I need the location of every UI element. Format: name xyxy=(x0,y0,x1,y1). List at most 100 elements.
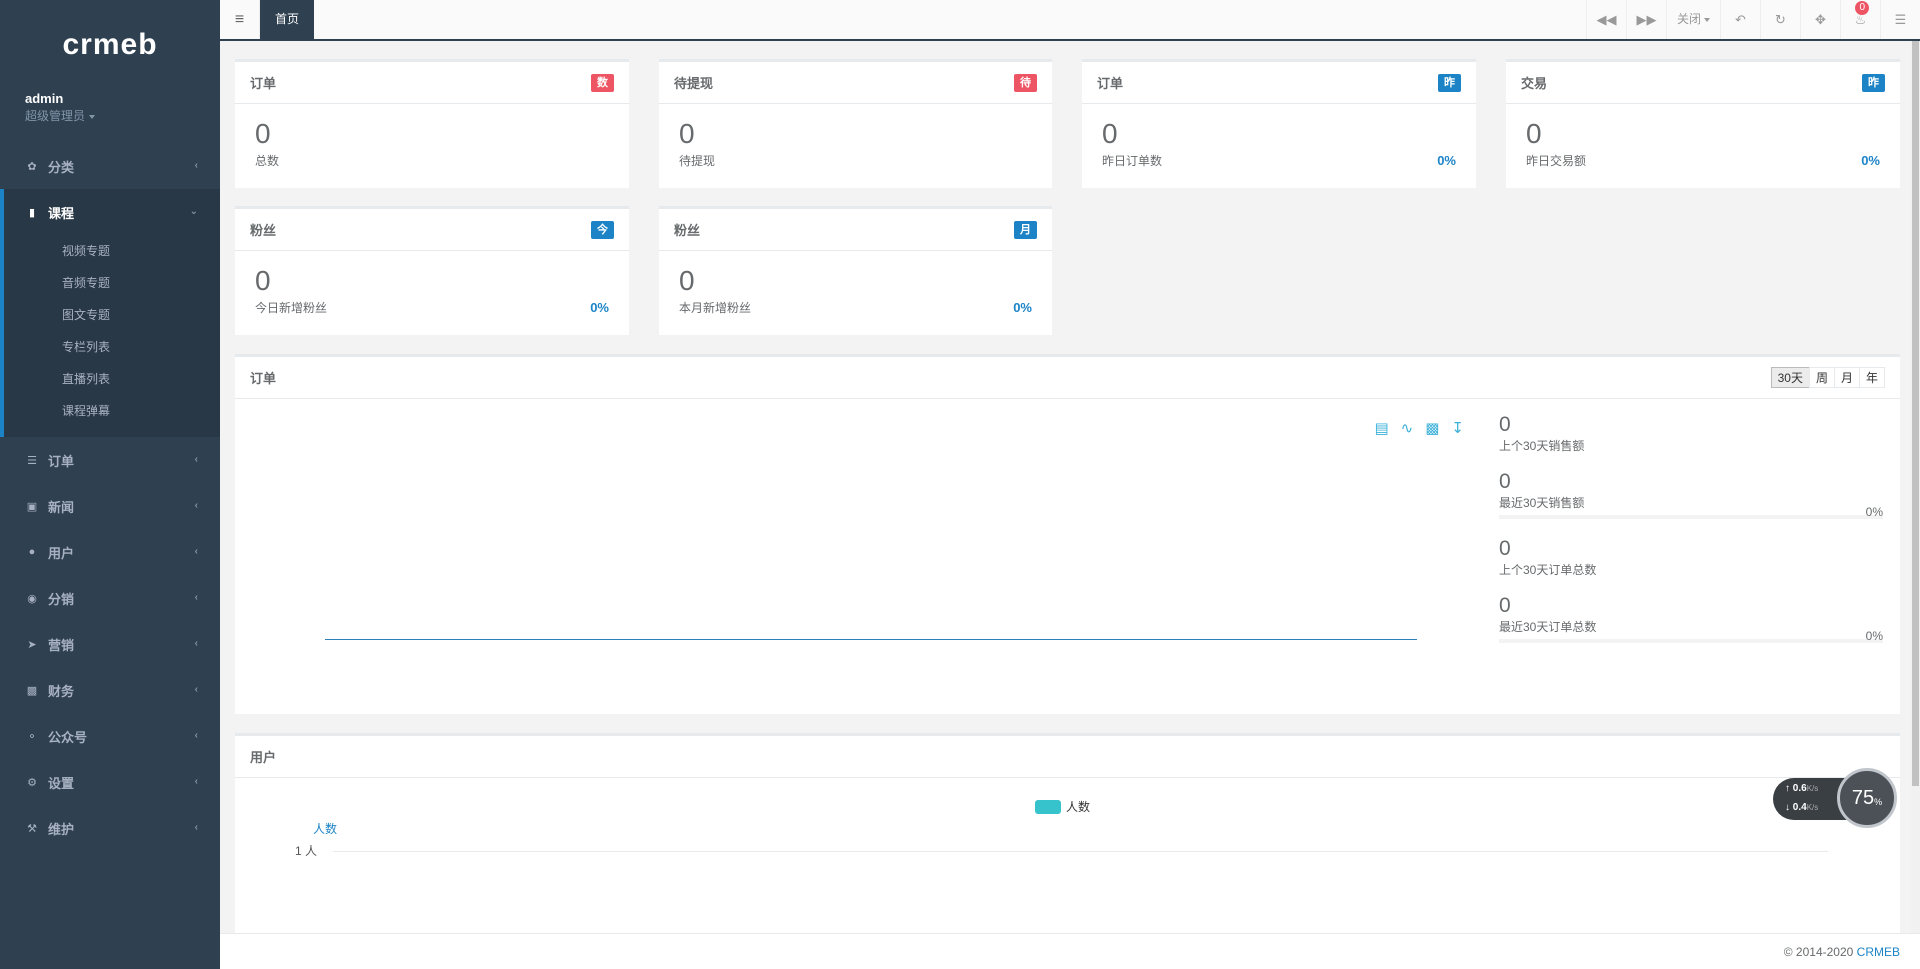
download-speed: ↓ 0.4K/s xyxy=(1785,802,1818,813)
chart-legend[interactable]: 人数 xyxy=(1035,798,1090,815)
card-desc: 昨日订单数 xyxy=(1102,154,1163,168)
tab-home[interactable]: 首页 xyxy=(260,0,315,39)
chevron-left-icon: ‹ xyxy=(194,684,198,695)
submenu-item-video[interactable]: 视频专题 xyxy=(4,235,220,267)
chevron-left-icon: ‹ xyxy=(194,454,198,465)
hamburger-icon: ≡ xyxy=(234,10,245,28)
menu-label: 订单 xyxy=(48,453,75,469)
card-desc: 今日新增粉丝 xyxy=(255,301,328,315)
range-year-button[interactable]: 年 xyxy=(1858,367,1885,388)
notifications-button[interactable]: ♨ 0 xyxy=(1840,0,1880,39)
network-speed-widget[interactable]: ↑ 0.6K/s ↓ 0.4K/s 75% xyxy=(1773,768,1897,828)
book-icon: ▮ xyxy=(28,206,36,219)
card-percent: 0% xyxy=(1861,153,1880,168)
card-value: 0 xyxy=(679,265,695,296)
submenu-item-audio[interactable]: 音频专题 xyxy=(4,267,220,299)
upload-value: 0.6 xyxy=(1792,783,1807,794)
down-arrow-icon: ↓ xyxy=(1785,802,1790,813)
stat-label: 上个30天订单总数 xyxy=(1499,563,1597,577)
submenu-item-barrage[interactable]: 课程弹幕 xyxy=(4,395,220,427)
user-role-dropdown[interactable]: 超级管理员 xyxy=(25,108,195,124)
bar-chart-icon[interactable]: ▩ xyxy=(1425,419,1439,437)
stat-last30-orders: 0 上个30天订单总数 xyxy=(1499,537,1883,594)
tab-next-button[interactable]: ▶▶ xyxy=(1626,0,1666,39)
card-yesterday-orders: 订单 昨 0 昨日订单数 0% xyxy=(1082,59,1476,188)
side-menu: ✿ 分类 ‹ ▮ 课程 ⌄ 视频专题 音频专题 图文专题 专栏列表 直播列表 课… xyxy=(0,143,220,851)
settings-panel-button[interactable]: ☰ xyxy=(1880,0,1920,39)
footer: © 2014-2020 CRMEB xyxy=(220,933,1920,969)
menu-group-settings: ⚙ 设置 ‹ xyxy=(0,759,220,805)
stat-value: 0 xyxy=(1499,470,1511,493)
card-yesterday-trade: 交易 昨 0 昨日交易额 0% xyxy=(1506,59,1900,188)
submenu-item-column[interactable]: 专栏列表 xyxy=(4,331,220,363)
card-badge: 待 xyxy=(1014,73,1037,92)
y-axis-title: 人数 xyxy=(313,822,338,836)
card-percent: 0% xyxy=(1437,153,1456,168)
menu-item-settings[interactable]: ⚙ 设置 ‹ xyxy=(0,759,220,805)
back-button[interactable]: ↶ xyxy=(1720,0,1760,39)
stat-recent30-sales: 0 最近30天销售额 0% xyxy=(1499,470,1883,527)
stat-last30-sales: 0 上个30天销售额 xyxy=(1499,413,1883,470)
card-desc: 待提现 xyxy=(679,154,716,168)
menu-label: 新闻 xyxy=(48,499,75,515)
chevron-down-icon: ⌄ xyxy=(189,206,198,217)
range-30days-button[interactable]: 30天 xyxy=(1770,367,1810,388)
card-badge: 昨 xyxy=(1862,73,1885,92)
progress-bar xyxy=(1499,515,1883,519)
card-percent: 0% xyxy=(1013,300,1032,315)
brand-logo[interactable]: crmeb xyxy=(0,0,220,90)
money-icon: ▩ xyxy=(26,684,38,697)
menu-label: 分销 xyxy=(48,591,75,607)
wechat-icon: ⚬ xyxy=(27,730,37,743)
card-title: 交易 xyxy=(1521,76,1548,91)
card-title: 待提现 xyxy=(674,76,714,91)
menu-item-news[interactable]: ▣ 新闻 ‹ xyxy=(0,483,220,529)
up-arrow-icon: ↑ xyxy=(1785,783,1790,794)
stat-value: 0 xyxy=(1499,594,1511,617)
menu-item-finance[interactable]: ▩ 财务 ‹ xyxy=(0,667,220,713)
speed-unit: K/s xyxy=(1806,784,1819,793)
fullscreen-button[interactable]: ✥ xyxy=(1800,0,1840,39)
card-today-fans: 粉丝 今 0 今日新增粉丝 0% xyxy=(235,206,629,335)
chevron-left-icon: ‹ xyxy=(194,160,198,171)
menu-toggle-button[interactable]: ≡ xyxy=(220,0,260,39)
menu-group-wechat: ⚬ 公众号 ‹ xyxy=(0,713,220,759)
card-badge: 昨 xyxy=(1438,73,1461,92)
menu-group-maintenance: ⚒ 维护 ‹ xyxy=(0,805,220,851)
page-scrollbar[interactable] xyxy=(1911,41,1920,933)
grid-line xyxy=(333,851,1828,852)
menu-group-distribution: ◉ 分销 ‹ xyxy=(0,575,220,621)
crmeb-link[interactable]: CRMEB xyxy=(1857,945,1900,959)
menu-item-order[interactable]: ☰ 订单 ‹ xyxy=(0,437,220,483)
stat-percent: 0% xyxy=(1865,629,1883,643)
card-title: 粉丝 xyxy=(674,223,701,238)
menu-item-maintenance[interactable]: ⚒ 维护 ‹ xyxy=(0,805,220,851)
order-chart-area: ▤ ∿ ▩ ↧ 0 上个30天销售额 0 最近30天销售额 0% 0 上个30天订单总数… xyxy=(235,399,1900,714)
user-chart-area: 人数 人数 1 人 xyxy=(235,778,1900,933)
menu-item-user[interactable]: ● 用户 ‹ xyxy=(0,529,220,575)
stat-label: 最近30天销售额 xyxy=(1499,496,1585,510)
data-view-icon[interactable]: ▤ xyxy=(1374,419,1388,437)
order-panel-title: 订单 xyxy=(250,371,277,386)
menu-item-category[interactable]: ✿ 分类 ‹ xyxy=(0,143,220,189)
menu-item-course[interactable]: ▮ 课程 ⌄ xyxy=(4,189,220,235)
range-week-button[interactable]: 周 xyxy=(1808,367,1835,388)
close-tabs-dropdown[interactable]: 关闭 xyxy=(1666,0,1720,39)
line-chart-icon[interactable]: ∿ xyxy=(1401,419,1414,437)
refresh-button[interactable]: ↻ xyxy=(1760,0,1800,39)
menu-item-marketing[interactable]: ➤ 营销 ‹ xyxy=(0,621,220,667)
card-value: 0 xyxy=(1102,118,1118,149)
card-badge: 今 xyxy=(591,220,614,239)
scrollbar-thumb[interactable] xyxy=(1912,41,1919,786)
card-desc: 总数 xyxy=(255,154,280,168)
download-icon[interactable]: ↧ xyxy=(1451,419,1464,437)
submenu-item-live[interactable]: 直播列表 xyxy=(4,363,220,395)
range-month-button[interactable]: 月 xyxy=(1833,367,1860,388)
submenu-item-article[interactable]: 图文专题 xyxy=(4,299,220,331)
menu-item-wechat[interactable]: ⚬ 公众号 ‹ xyxy=(0,713,220,759)
menu-item-distribution[interactable]: ◉ 分销 ‹ xyxy=(0,575,220,621)
user-profile[interactable]: admin 超级管理员 xyxy=(0,90,220,137)
download-value: 0.4 xyxy=(1792,802,1807,813)
chevron-left-icon: ‹ xyxy=(194,776,198,787)
tab-prev-button[interactable]: ◀◀ xyxy=(1586,0,1626,39)
